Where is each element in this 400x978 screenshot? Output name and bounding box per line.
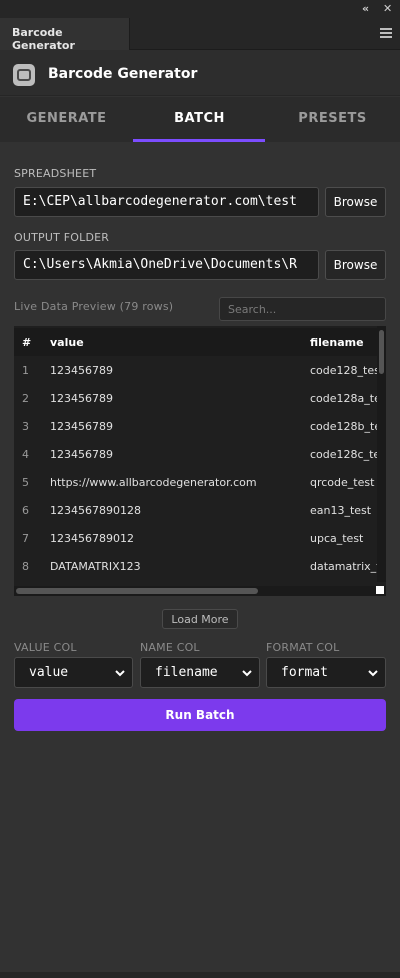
chevron-down-icon <box>242 670 252 677</box>
barcode-logo-icon <box>13 64 35 86</box>
run-batch-button[interactable]: Run Batch <box>14 699 386 731</box>
preview-search-input[interactable]: Search... <box>219 297 386 321</box>
row-index: 7 <box>22 532 29 545</box>
row-filename: code128_test <box>310 364 385 377</box>
table-row: 7 123456789012 upca_test <box>14 524 386 552</box>
row-filename: code128c_te <box>310 448 381 461</box>
vertical-scroll-thumb[interactable] <box>379 330 384 374</box>
load-more-button[interactable]: Load More <box>162 609 238 629</box>
horizontal-scrollbar[interactable] <box>14 586 386 596</box>
name-col-selected: filename <box>155 665 218 680</box>
table-row: 8 DATAMATRIX123 datamatrix_t <box>14 552 386 580</box>
table-row: 6 1234567890128 ean13_test <box>14 496 386 524</box>
row-value: 1234567890128 <box>50 504 141 517</box>
spreadsheet-label: SPREADSHEET <box>14 167 97 180</box>
row-filename: code128a_te <box>310 392 381 405</box>
row-value: https://www.allbarcodegenerator.com <box>50 476 257 489</box>
row-index: 5 <box>22 476 29 489</box>
row-filename: datamatrix_t <box>310 560 381 573</box>
table-row: 1 123456789 code128_test <box>14 356 386 384</box>
column-header-value: value <box>50 336 84 349</box>
preview-table: # value filename 1 123456789 code128_tes… <box>14 326 386 596</box>
scroll-corner <box>376 586 384 594</box>
chevron-down-icon <box>115 670 125 677</box>
tab-presets[interactable]: PRESETS <box>266 97 399 142</box>
bottom-edge <box>0 972 400 978</box>
tab-generate[interactable]: GENERATE <box>0 97 133 142</box>
row-index: 2 <box>22 392 29 405</box>
vertical-scrollbar[interactable] <box>377 326 386 582</box>
app-header: Barcode Generator <box>0 50 400 96</box>
row-index: 6 <box>22 504 29 517</box>
output-folder-input[interactable]: C:\Users\Akmia\OneDrive\Documents\R <box>14 250 319 280</box>
table-header-row: # value filename <box>14 328 386 356</box>
output-browse-button[interactable]: Browse <box>325 250 386 280</box>
row-index: 3 <box>22 420 29 433</box>
row-index: 4 <box>22 448 29 461</box>
live-preview-label: Live Data Preview (79 rows) <box>14 300 174 313</box>
table-row: 4 123456789 code128c_te <box>14 440 386 468</box>
spreadsheet-path-input[interactable]: E:\CEP\allbarcodegenerator.com\test <box>14 187 319 217</box>
format-col-label: FORMAT COL <box>266 641 340 654</box>
hamburger-menu-icon[interactable] <box>380 28 392 38</box>
row-value: DATAMATRIX123 <box>50 560 141 573</box>
format-col-selected: format <box>281 665 328 680</box>
value-col-select[interactable]: value <box>14 657 133 688</box>
value-col-selected: value <box>29 665 69 680</box>
row-filename: qrcode_test <box>310 476 375 489</box>
panel-tab[interactable]: Barcode Generator <box>0 18 130 52</box>
column-header-filename: filename <box>310 336 364 349</box>
format-col-select[interactable]: format <box>266 657 386 688</box>
row-filename: upca_test <box>310 532 364 545</box>
name-col-select[interactable]: filename <box>140 657 260 688</box>
collapse-icon[interactable]: « <box>362 2 369 15</box>
table-row: 5 https://www.allbarcodegenerator.com qr… <box>14 468 386 496</box>
table-row: 2 123456789 code128a_te <box>14 384 386 412</box>
tab-batch[interactable]: BATCH <box>133 97 266 142</box>
column-header-index: # <box>22 336 32 349</box>
value-col-label: VALUE COL <box>14 641 77 654</box>
app-title: Barcode Generator <box>48 66 198 82</box>
row-filename: ean13_test <box>310 504 372 517</box>
row-value: 123456789 <box>50 448 113 461</box>
horizontal-scroll-thumb[interactable] <box>16 588 258 594</box>
row-value: 123456789012 <box>50 532 134 545</box>
main-tabs: GENERATE BATCH PRESETS <box>0 97 400 142</box>
row-value: 123456789 <box>50 364 113 377</box>
name-col-label: NAME COL <box>140 641 200 654</box>
row-value: 123456789 <box>50 420 113 433</box>
output-folder-label: OUTPUT FOLDER <box>14 231 110 244</box>
table-row: 3 123456789 code128b_te <box>14 412 386 440</box>
close-icon[interactable]: ✕ <box>383 2 392 15</box>
spreadsheet-browse-button[interactable]: Browse <box>325 187 386 217</box>
row-filename: code128b_te <box>310 420 382 433</box>
row-index: 1 <box>22 364 29 377</box>
row-index: 8 <box>22 560 29 573</box>
row-value: 123456789 <box>50 392 113 405</box>
panel-tabstrip: Barcode Generator <box>0 18 400 52</box>
title-bar: « ✕ <box>0 0 400 18</box>
chevron-down-icon <box>368 670 378 677</box>
